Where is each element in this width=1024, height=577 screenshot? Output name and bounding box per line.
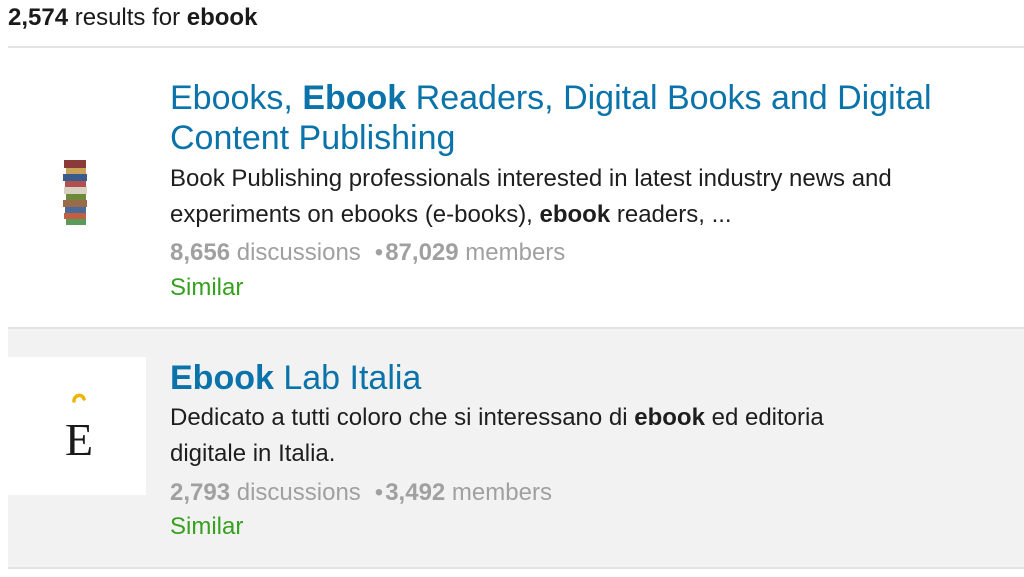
bullet-separator: • bbox=[374, 479, 384, 506]
group-title-link[interactable]: Ebooks, Ebook Readers, Digital Books and… bbox=[170, 78, 932, 118]
group-description: Book Publishing professionals interested… bbox=[170, 165, 892, 192]
title-highlight: Ebook bbox=[170, 359, 274, 397]
group-title-link-line2[interactable]: Content Publishing bbox=[170, 118, 455, 158]
e-grave-logo-icon: E bbox=[65, 393, 93, 465]
desc-text: Dedicato a tutti coloro che si interessa… bbox=[170, 404, 635, 431]
desc-highlight: ebook bbox=[539, 201, 611, 228]
discussions-label: discussions bbox=[230, 239, 361, 266]
members-count: 3,492 bbox=[385, 479, 446, 506]
results-for-label: results for bbox=[68, 4, 187, 31]
group-stats: 2,793 discussions •3,492 members bbox=[170, 476, 552, 510]
members-count: 87,029 bbox=[385, 239, 459, 266]
desc-highlight: ebook bbox=[634, 404, 705, 431]
discussions-label: discussions bbox=[230, 479, 361, 506]
group-result: E Ebook Lab Italia Dedicato a tutti colo… bbox=[8, 329, 1024, 567]
group-description-line2: experiments on ebooks (e-books), ebook r… bbox=[170, 197, 732, 233]
book-stack-icon bbox=[63, 160, 87, 225]
desc-text: ed editoria bbox=[704, 404, 824, 431]
group-description-line2: digitale in Italia. bbox=[170, 440, 336, 467]
similar-link[interactable]: Similar bbox=[170, 510, 243, 544]
group-stats: 8,656 discussions •87,029 members bbox=[170, 236, 565, 270]
divider bbox=[8, 567, 1024, 569]
group-result: Ebooks, Ebook Readers, Digital Books and… bbox=[8, 48, 1024, 328]
members-label: members bbox=[458, 239, 566, 266]
results-count: 2,574 bbox=[8, 4, 69, 31]
members-label: members bbox=[445, 479, 552, 506]
group-thumbnail[interactable] bbox=[8, 94, 146, 232]
search-query: ebook bbox=[186, 4, 258, 31]
discussions-count: 8,656 bbox=[170, 239, 231, 266]
desc-text: experiments on ebooks (e-books), bbox=[170, 201, 540, 228]
title-highlight: Ebook bbox=[302, 79, 407, 117]
similar-link[interactable]: Similar bbox=[170, 271, 243, 305]
results-count-header: 2,574 results for ebook bbox=[8, 2, 257, 34]
title-text: Lab Italia bbox=[273, 359, 422, 397]
group-description: Dedicato a tutti coloro che si interessa… bbox=[170, 400, 824, 436]
group-title-link[interactable]: Ebook Lab Italia bbox=[170, 358, 421, 398]
svg-text:E: E bbox=[65, 414, 93, 465]
title-text: Readers, Digital Books and Digital bbox=[406, 79, 932, 117]
discussions-count: 2,793 bbox=[170, 479, 231, 506]
desc-text: readers, ... bbox=[610, 201, 732, 228]
title-text: Ebooks, bbox=[170, 79, 303, 117]
group-thumbnail[interactable]: E bbox=[8, 357, 146, 495]
bullet-separator: • bbox=[374, 239, 384, 266]
search-results-page: 2,574 results for ebook Ebooks, Ebook Re… bbox=[0, 0, 1024, 577]
